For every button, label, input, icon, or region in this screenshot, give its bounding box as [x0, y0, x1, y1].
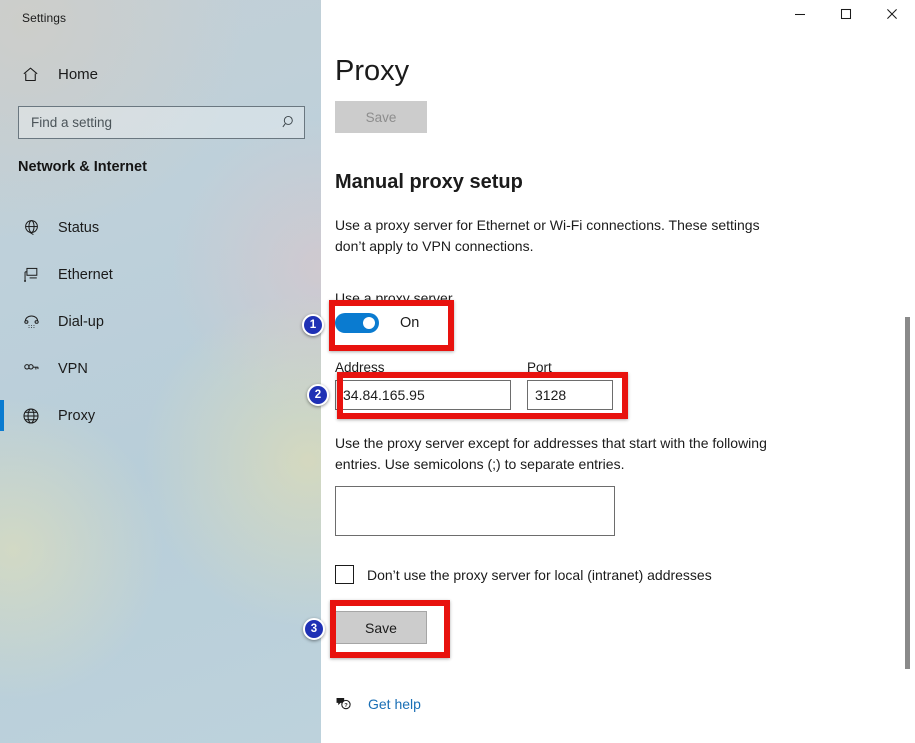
help-bubble-icon: ? [335, 696, 355, 712]
main-content: Proxy Save Manual proxy setup Use a prox… [321, 0, 915, 743]
toggle-state-label: On [400, 315, 420, 331]
annotation-marker-1: 1 [302, 314, 324, 336]
bypass-local-checkbox[interactable] [335, 565, 354, 584]
port-label: Port [527, 360, 552, 375]
sidebar-item-proxy-label: Proxy [58, 407, 96, 424]
manual-proxy-description: Use a proxy server for Ethernet or Wi-Fi… [335, 217, 760, 254]
exceptions-field[interactable] [335, 486, 615, 536]
port-field[interactable] [527, 380, 613, 410]
sidebar-item-vpn-label: VPN [58, 360, 88, 377]
ethernet-icon [18, 262, 44, 288]
save-button-top[interactable]: Save [335, 101, 427, 133]
search-box[interactable] [18, 106, 305, 139]
address-input[interactable] [336, 381, 510, 409]
get-help-row[interactable]: ? Get help [335, 696, 421, 712]
page-title: Proxy [335, 55, 410, 87]
active-accent-bar [0, 400, 4, 431]
section-title-manual-proxy-setup: Manual proxy setup [335, 171, 523, 193]
exceptions-description: Use the proxy server except for addresse… [335, 435, 767, 472]
bypass-local-label: Don’t use the proxy server for local (in… [367, 566, 712, 583]
sidebar-category-title: Network & Internet [18, 159, 147, 175]
save-button[interactable]: Save [335, 611, 427, 644]
svg-text:?: ? [344, 703, 348, 709]
vpn-key-icon [18, 356, 44, 382]
sidebar-item-ethernet-label: Ethernet [58, 266, 113, 283]
exceptions-input[interactable] [336, 487, 614, 535]
status-globe-icon [18, 215, 44, 241]
proxy-settings-panel: Proxy Save Manual proxy setup Use a prox… [321, 0, 915, 743]
sidebar-item-home[interactable]: Home [12, 58, 310, 90]
search-input[interactable] [19, 115, 274, 130]
search-icon [274, 114, 304, 131]
proxy-globe-icon [18, 403, 44, 429]
bypass-local-row[interactable]: Don’t use the proxy server for local (in… [335, 565, 712, 584]
vertical-scrollbar[interactable] [900, 32, 914, 743]
use-a-proxy-server-label: Use a proxy server [335, 290, 453, 306]
use-a-proxy-server-toggle-row: On [335, 313, 419, 333]
get-help-link[interactable]: Get help [368, 696, 421, 712]
settings-window: Settings Home Find a setting Network & I… [0, 0, 915, 743]
sidebar-item-vpn[interactable]: VPN [0, 345, 321, 392]
sidebar-item-home-label: Home [58, 65, 99, 83]
sidebar-item-status[interactable]: Status [0, 204, 321, 251]
toggle-knob [363, 317, 375, 329]
port-input[interactable] [528, 381, 612, 409]
sidebar-item-dialup-label: Dial-up [58, 313, 104, 330]
sidebar-item-ethernet[interactable]: Ethernet [0, 251, 321, 298]
home-icon [21, 65, 47, 84]
scrollbar-thumb[interactable] [905, 317, 910, 669]
use-a-proxy-server-toggle[interactable] [335, 313, 379, 333]
sidebar-nav: Status Ethernet Dial-up VPN Proxy [0, 204, 321, 439]
dialup-phone-icon [18, 309, 44, 335]
annotation-marker-3: 3 [303, 618, 325, 640]
sidebar-item-status-label: Status [58, 219, 100, 236]
address-label: Address [335, 360, 385, 375]
sidebar-item-proxy[interactable]: Proxy [0, 392, 321, 439]
window-title: Settings [22, 11, 67, 25]
annotation-marker-2: 2 [307, 384, 329, 406]
sidebar: Settings Home Find a setting Network & I… [0, 0, 321, 743]
sidebar-item-dialup[interactable]: Dial-up [0, 298, 321, 345]
address-field[interactable] [335, 380, 511, 410]
